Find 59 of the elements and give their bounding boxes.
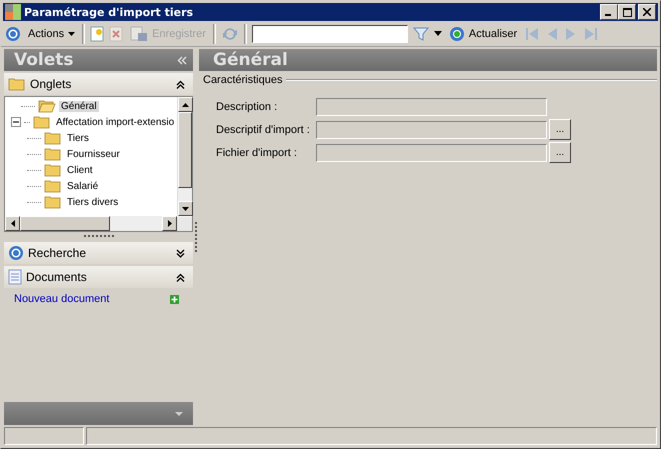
- filter-icon[interactable]: [412, 26, 429, 42]
- minimize-button[interactable]: [600, 4, 618, 20]
- scroll-left-button[interactable]: [5, 216, 20, 231]
- collapse-icon[interactable]: [176, 80, 185, 88]
- scroll-up-button[interactable]: [178, 97, 193, 112]
- arrow-up-icon: [182, 102, 189, 106]
- group-title: Caractéristiques: [203, 74, 282, 86]
- target-icon[interactable]: [5, 26, 21, 42]
- close-button[interactable]: [638, 4, 656, 20]
- app-icon: [5, 4, 21, 20]
- section-title: Général: [213, 50, 288, 70]
- folder-icon: [44, 147, 62, 161]
- scroll-down-button[interactable]: [178, 201, 193, 216]
- close-icon: [643, 8, 651, 16]
- open-folder-icon: [38, 99, 56, 113]
- refresh-button[interactable]: Actualiser: [446, 22, 520, 44]
- tree-item[interactable]: Salarié: [65, 180, 100, 192]
- arrow-right-icon: [168, 220, 172, 227]
- field-label: Fichier d'import :: [216, 146, 298, 158]
- actions-menu[interactable]: Actions: [26, 22, 78, 44]
- caret-icon: [68, 32, 76, 36]
- scroll-right-button[interactable]: [162, 216, 177, 231]
- expand-icon[interactable]: [176, 248, 185, 258]
- window-title: Paramétrage d'import tiers: [24, 6, 194, 18]
- sidebar-title: Volets: [14, 50, 74, 70]
- browse-button[interactable]: ...: [549, 142, 571, 163]
- folder-icon: [44, 195, 62, 209]
- field-label: Description :: [216, 100, 278, 112]
- folder-icon: [44, 131, 62, 145]
- document-icon: [8, 269, 22, 285]
- search-field[interactable]: [252, 24, 408, 42]
- dropdown-icon[interactable]: [175, 412, 183, 416]
- maximize-button[interactable]: [618, 4, 636, 20]
- add-icon[interactable]: [170, 294, 179, 304]
- minus-icon: [13, 119, 19, 125]
- arrow-down-icon: [182, 206, 189, 210]
- new-document-link[interactable]: Nouveau document: [14, 293, 110, 305]
- browse-button[interactable]: ...: [549, 119, 571, 140]
- folder-icon: [44, 163, 62, 177]
- scrollbar-thumb[interactable]: [178, 112, 192, 188]
- refresh-icon[interactable]: [448, 26, 465, 42]
- field-label: Descriptif d'import :: [216, 124, 311, 136]
- tree-item[interactable]: Client: [65, 164, 95, 176]
- maximize-icon: [622, 8, 632, 16]
- scrollbar-thumb[interactable]: [20, 216, 110, 231]
- tree-item[interactable]: Tiers divers: [65, 196, 120, 208]
- caret-icon[interactable]: [434, 31, 442, 36]
- folder-icon: [44, 179, 62, 193]
- collapse-icon[interactable]: [176, 272, 185, 282]
- tree-item[interactable]: Tiers: [65, 132, 91, 144]
- target-icon[interactable]: [8, 245, 24, 261]
- tree-item[interactable]: Général: [59, 100, 99, 112]
- tree-item[interactable]: Fournisseur: [65, 148, 122, 160]
- folder-icon: [8, 77, 26, 91]
- new-document-icon[interactable]: [90, 26, 104, 42]
- tree-item[interactable]: Affectation import-extensio: [54, 116, 176, 128]
- collapse-toggle[interactable]: [11, 117, 21, 127]
- arrow-left-icon: [10, 220, 14, 227]
- folder-icon: [33, 115, 51, 129]
